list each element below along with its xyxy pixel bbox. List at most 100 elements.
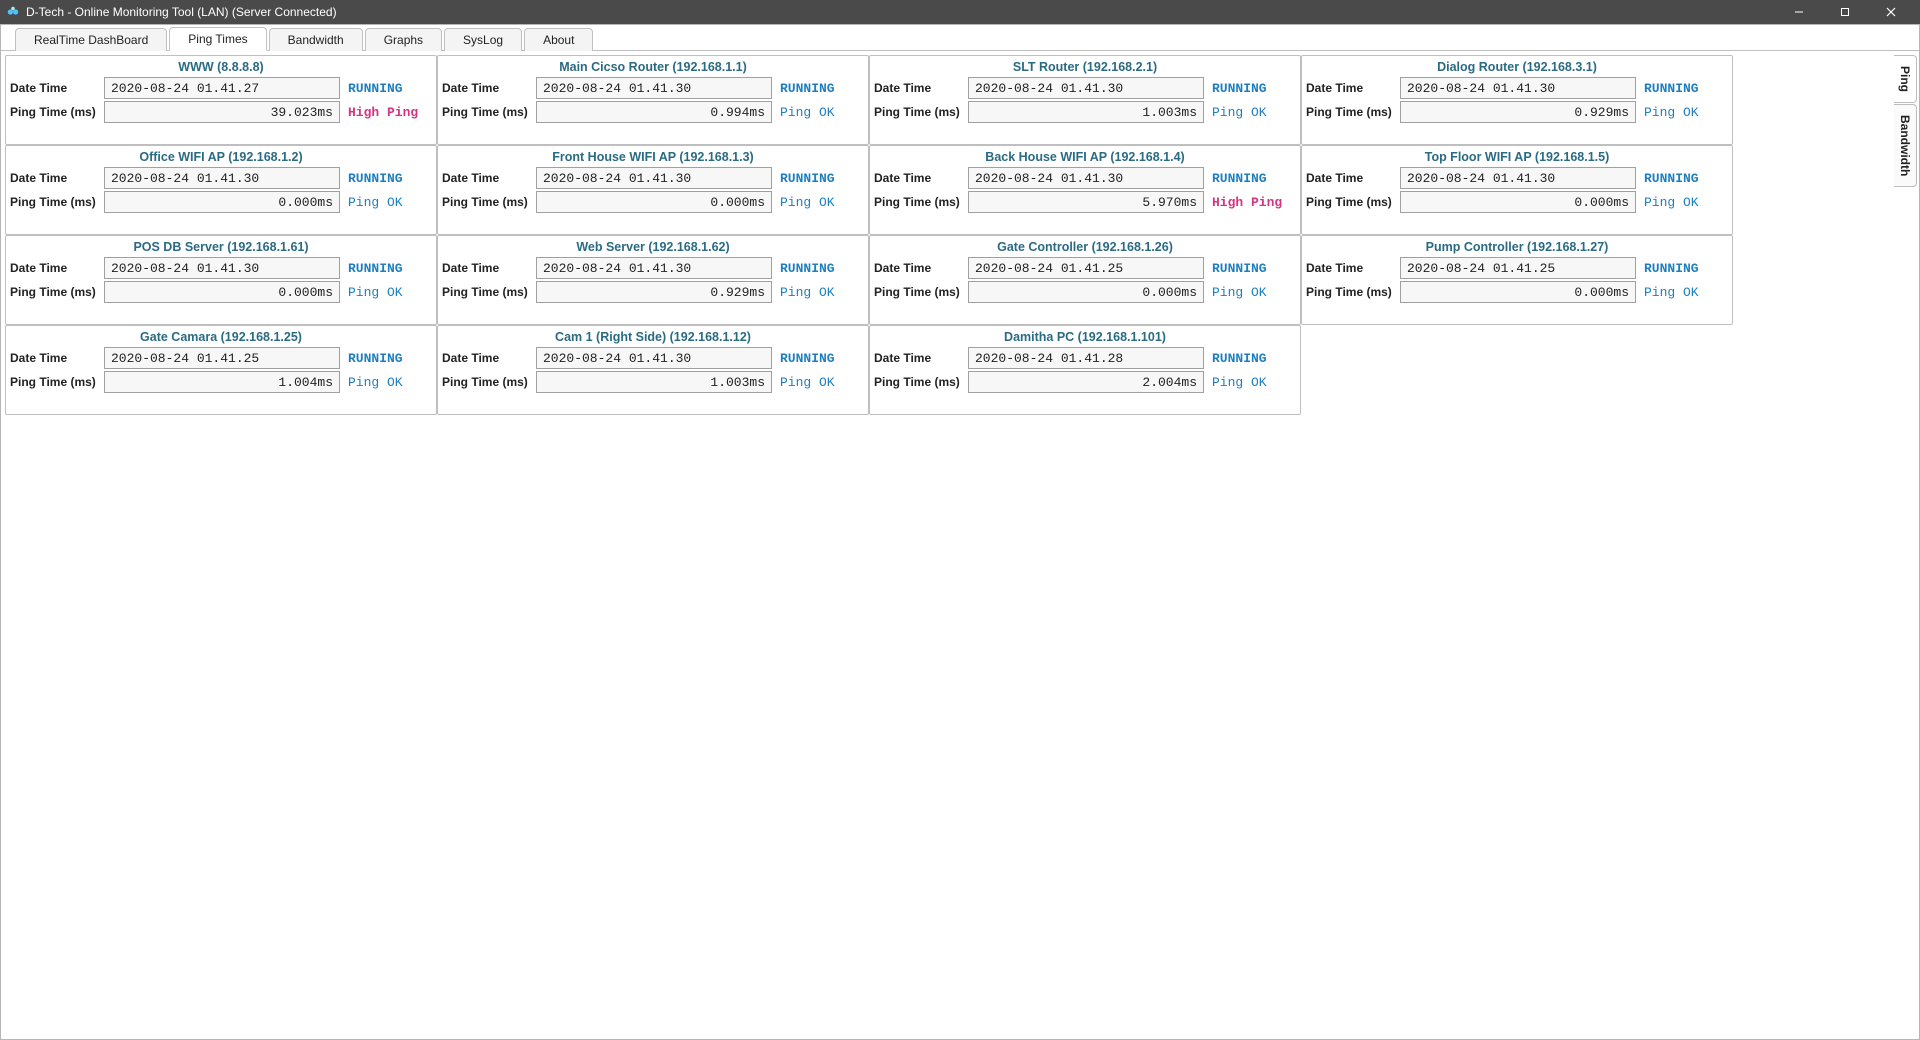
device-card: WWW (8.8.8.8)Date Time2020-08-24 01.41.2… xyxy=(5,55,437,145)
ping-field: 2.004ms xyxy=(968,371,1204,393)
card-title: WWW (8.8.8.8) xyxy=(10,58,432,75)
device-card: Damitha PC (192.168.1.101) Date Time2020-… xyxy=(869,325,1301,415)
card-title: SLT Router (192.168.2.1) xyxy=(874,58,1296,75)
card-title: Top Floor WIFI AP (192.168.1.5) xyxy=(1306,148,1728,165)
ping-label: Ping Time (ms) xyxy=(874,285,964,299)
datetime-row: Date Time2020-08-24 01.41.30RUNNING xyxy=(442,347,864,369)
datetime-row: Date Time2020-08-24 01.41.28RUNNING xyxy=(874,347,1296,369)
tab-about[interactable]: About xyxy=(524,28,593,51)
datetime-field: 2020-08-24 01.41.28 xyxy=(968,347,1204,369)
ping-status: Ping OK xyxy=(1640,195,1699,210)
ping-row: Ping Time (ms)0.000msPing OK xyxy=(10,191,432,213)
side-tabstrip: PingBandwidth xyxy=(1894,55,1917,188)
datetime-field: 2020-08-24 01.41.30 xyxy=(536,167,772,189)
card-title: Pump Controller (192.168.1.27) xyxy=(1306,238,1728,255)
ping-status: Ping OK xyxy=(1640,285,1699,300)
ping-label: Ping Time (ms) xyxy=(10,105,100,119)
card-title: Damitha PC (192.168.1.101) xyxy=(874,328,1296,345)
ping-row: Ping Time (ms)1.003msPing OK xyxy=(442,371,864,393)
ping-field: 1.003ms xyxy=(968,101,1204,123)
ping-row: Ping Time (ms)39.023msHigh Ping xyxy=(10,101,432,123)
datetime-row: Date Time2020-08-24 01.41.30RUNNING xyxy=(10,167,432,189)
run-status: RUNNING xyxy=(1208,171,1267,186)
run-status: RUNNING xyxy=(1208,81,1267,96)
card-title: Gate Controller (192.168.1.26) xyxy=(874,238,1296,255)
run-status: RUNNING xyxy=(1640,171,1699,186)
side-tab-bandwidth[interactable]: Bandwidth xyxy=(1894,104,1917,187)
device-card: Main Cicso Router (192.168.1.1) Date Time… xyxy=(437,55,869,145)
ping-row: Ping Time (ms)0.000msPing OK xyxy=(442,191,864,213)
run-status: RUNNING xyxy=(344,351,403,366)
ping-row: Ping Time (ms)5.970msHigh Ping xyxy=(874,191,1296,213)
device-card: POS DB Server (192.168.1.61)Date Time202… xyxy=(5,235,437,325)
datetime-field: 2020-08-24 01.41.30 xyxy=(968,77,1204,99)
run-status: RUNNING xyxy=(344,261,403,276)
ping-row: Ping Time (ms)2.004msPing OK xyxy=(874,371,1296,393)
close-button[interactable] xyxy=(1868,0,1914,24)
tab-ping-times[interactable]: Ping Times xyxy=(169,27,266,51)
run-status: RUNNING xyxy=(776,351,835,366)
datetime-row: Date Time2020-08-24 01.41.30RUNNING xyxy=(10,257,432,279)
run-status: RUNNING xyxy=(344,171,403,186)
ping-label: Ping Time (ms) xyxy=(1306,105,1396,119)
ping-label: Ping Time (ms) xyxy=(874,105,964,119)
datetime-row: Date Time2020-08-24 01.41.30RUNNING xyxy=(1306,77,1728,99)
ping-row: Ping Time (ms)0.929msPing OK xyxy=(442,281,864,303)
ping-row: Ping Time (ms)1.003msPing OK xyxy=(874,101,1296,123)
card-title: Web Server (192.168.1.62) xyxy=(442,238,864,255)
tab-bandwidth[interactable]: Bandwidth xyxy=(269,28,363,51)
ping-field: 5.970ms xyxy=(968,191,1204,213)
run-status: RUNNING xyxy=(1208,261,1267,276)
side-tab-ping[interactable]: Ping xyxy=(1894,55,1917,103)
titlebar-left: D-Tech - Online Monitoring Tool (LAN) (S… xyxy=(6,5,337,19)
ping-status: Ping OK xyxy=(1640,105,1699,120)
maximize-button[interactable] xyxy=(1822,0,1868,24)
ping-field: 0.929ms xyxy=(1400,101,1636,123)
ping-label: Ping Time (ms) xyxy=(442,375,532,389)
ping-field: 0.000ms xyxy=(1400,281,1636,303)
ping-field: 0.000ms xyxy=(1400,191,1636,213)
tab-syslog[interactable]: SysLog xyxy=(444,28,522,51)
content-area: WWW (8.8.8.8)Date Time2020-08-24 01.41.2… xyxy=(1,51,1919,1039)
card-title: Main Cicso Router (192.168.1.1) xyxy=(442,58,864,75)
ping-row: Ping Time (ms) 0.929ms Ping OK xyxy=(1306,101,1728,123)
datetime-field: 2020-08-24 01.41.25 xyxy=(1400,257,1636,279)
datetime-row: Date Time2020-08-24 01.41.25RUNNING xyxy=(1306,257,1728,279)
ping-status: Ping OK xyxy=(344,285,403,300)
run-status: RUNNING xyxy=(1640,81,1699,96)
ping-status: Ping OK xyxy=(776,105,835,120)
ping-label: Ping Time (ms) xyxy=(442,285,532,299)
ping-row: Ping Time (ms)0.994msPing OK xyxy=(442,101,864,123)
device-card: Back House WIFI AP (192.168.1.4)Date Tim… xyxy=(869,145,1301,235)
tab-graphs[interactable]: Graphs xyxy=(365,28,442,51)
datetime-label: Date Time xyxy=(874,261,964,275)
datetime-label: Date Time xyxy=(874,81,964,95)
ping-row: Ping Time (ms)0.000msPing OK xyxy=(1306,281,1728,303)
datetime-label: Date Time xyxy=(442,351,532,365)
ping-label: Ping Time (ms) xyxy=(874,195,964,209)
datetime-row: Date Time2020-08-24 01.41.30RUNNING xyxy=(442,257,864,279)
datetime-row: Date Time 2020-08-24 01.41.30 RUNNING xyxy=(442,77,864,99)
datetime-label: Date Time xyxy=(10,171,100,185)
ping-field: 0.929ms xyxy=(536,281,772,303)
ping-label: Ping Time (ms) xyxy=(442,105,532,119)
device-card: Gate Controller (192.168.1.26)Date Time2… xyxy=(869,235,1301,325)
card-title: Front House WIFI AP (192.168.1.3) xyxy=(442,148,864,165)
ping-field: 0.000ms xyxy=(104,281,340,303)
device-card: Pump Controller (192.168.1.27) Date Time 2… xyxy=(1301,235,1733,325)
datetime-row: Date Time 2020-08-24 01.41.30 RUNNING xyxy=(874,77,1296,99)
ping-status: Ping OK xyxy=(1208,375,1267,390)
device-card: Top Floor WIFI AP (192.168.1.5) Date Time… xyxy=(1301,145,1733,235)
tab-realtime-dashboard[interactable]: RealTime DashBoard xyxy=(15,28,167,51)
datetime-row: Date Time2020-08-24 01.41.30RUNNING xyxy=(1306,167,1728,189)
datetime-label: Date Time xyxy=(1306,81,1396,95)
datetime-label: Date Time xyxy=(1306,261,1396,275)
datetime-field: 2020-08-24 01.41.30 xyxy=(536,77,772,99)
device-card: Office WIFI AP (192.168.1.2)Date Time202… xyxy=(5,145,437,235)
datetime-label: Date Time xyxy=(442,81,532,95)
datetime-row: Date Time2020-08-24 01.41.30RUNNING xyxy=(442,167,864,189)
minimize-button[interactable] xyxy=(1776,0,1822,24)
datetime-label: Date Time xyxy=(1306,171,1396,185)
run-status: RUNNING xyxy=(776,81,835,96)
ping-row: Ping Time (ms)1.004msPing OK xyxy=(10,371,432,393)
